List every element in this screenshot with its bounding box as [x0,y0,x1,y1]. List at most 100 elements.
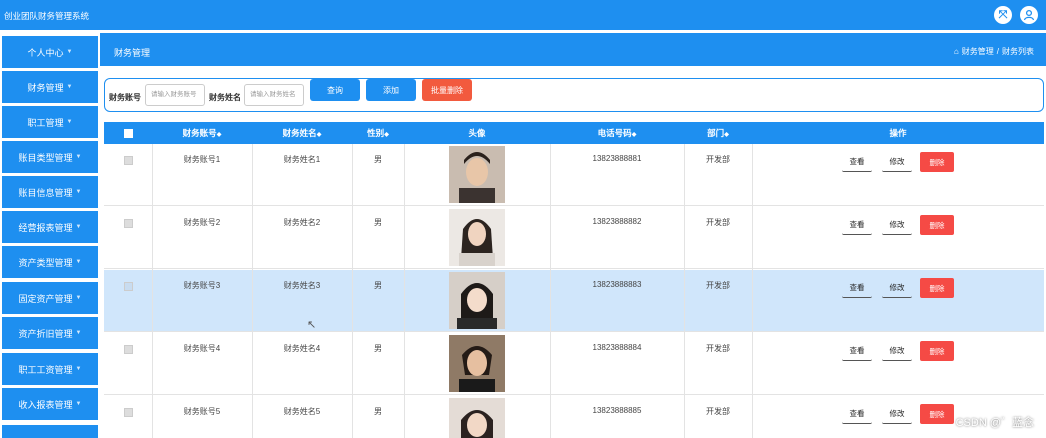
sidebar-item-business-report[interactable]: 经营报表管理 ▼ [2,211,98,243]
table-row: 财务账号1 财务姓名1 男 13823888881 开发部 查看 修改 删除 [104,144,1044,206]
top-bar: 创业团队财务管理系统 ⤧ [0,0,1046,30]
batch-delete-button[interactable]: 批量删除 [422,79,472,101]
row-checkbox[interactable] [124,219,133,228]
breadcrumb: ⌂ 财务管理 / 财务列表 [954,46,1034,57]
view-button[interactable]: 查看 [842,341,872,361]
chevron-down-icon: ▼ [75,330,82,336]
delete-button[interactable]: 删除 [920,152,954,172]
edit-button[interactable]: 修改 [882,404,912,424]
account-label: 财务账号 [109,93,141,102]
avatar [449,398,505,438]
view-button[interactable]: 查看 [842,278,872,298]
sidebar-item-label: 职工工资管理 [18,364,73,375]
row-checkbox[interactable] [124,345,133,354]
table-row: 财务账号3 财务姓名3 男 13823888883 开发部 查看 修改 删除 [104,270,1044,332]
sidebar-item-label: 收入报表管理 [18,399,73,410]
chevron-down-icon: ▼ [75,366,82,372]
column-header-name[interactable]: 财务姓名◆ [252,122,352,144]
home-icon[interactable]: ⌂ [954,47,959,56]
sidebar-item-account-info[interactable]: 账目信息管理 ▼ [2,176,98,208]
cell-account: 财务账号4 [183,344,221,353]
delete-button[interactable]: 删除 [920,404,954,424]
column-header-avatar: 头像 [468,128,486,138]
view-button[interactable]: 查看 [842,215,872,235]
table-header: 财务账号◆ 财务姓名◆ 性别◆ 头像 电话号码◆ 部门◆ 操作 [104,122,1044,144]
sidebar-item-personal-center[interactable]: 个人中心 ▼ [2,36,98,68]
view-button[interactable]: 查看 [842,152,872,172]
column-divider [252,144,253,438]
breadcrumb-item[interactable]: 财务管理 [962,46,994,57]
select-all-checkbox[interactable] [124,129,133,138]
column-header-phone[interactable]: 电话号码◆ [550,122,684,144]
edit-button[interactable]: 修改 [882,215,912,235]
sidebar-item-finance[interactable]: 财务管理 ▼ [2,71,98,103]
view-button[interactable]: 查看 [842,404,872,424]
sidebar: 个人中心 ▼ 财务管理 ▼ 职工管理 ▼ 账目类型管理 ▼ 账目信息管理 ▼ 经营报表管理… [0,33,98,438]
edit-button[interactable]: 修改 [882,341,912,361]
page-header: 财务管理 ⌂ 财务管理 / 财务列表 [100,33,1046,66]
column-header-account[interactable]: 财务账号◆ [152,122,252,144]
column-header-gender[interactable]: 性别◆ [352,122,404,144]
column-divider [152,144,153,438]
cell-phone: 13823888885 [592,406,642,415]
cell-account: 财务账号5 [183,407,221,416]
cell-dept: 开发部 [706,281,730,290]
row-checkbox[interactable] [124,282,133,291]
delete-button[interactable]: 删除 [920,278,954,298]
sidebar-item-label: 资产折旧管理 [18,328,73,339]
row-checkbox[interactable] [124,156,133,165]
cell-name: 财务姓名3 [283,281,321,290]
cell-gender: 男 [374,218,382,227]
user-avatar-icon[interactable] [1020,6,1038,24]
account-search-input[interactable]: 请输入财务账号 [145,84,205,106]
edit-button[interactable]: 修改 [882,152,912,172]
avatar [449,146,505,203]
column-header-dept[interactable]: 部门◆ [684,122,752,144]
chevron-down-icon: ▼ [66,119,73,125]
avatar [449,209,505,266]
row-checkbox[interactable] [124,408,133,417]
sidebar-item-asset-type[interactable]: 资产类型管理 ▼ [2,246,98,278]
chevron-down-icon: ▼ [75,189,82,195]
cell-account: 财务账号2 [183,218,221,227]
sidebar-item-label: 账目信息管理 [18,187,73,198]
chevron-down-icon: ▼ [75,295,82,301]
sidebar-item-salary[interactable]: 职工工资管理 ▼ [2,353,98,385]
cell-phone: 13823888883 [592,280,642,289]
sidebar-item-asset-depreciation[interactable]: 资产折旧管理 ▼ [2,317,98,349]
cell-phone: 13823888884 [592,343,642,352]
fullscreen-icon[interactable]: ⤧ [994,6,1012,24]
delete-button[interactable]: 删除 [920,341,954,361]
column-divider [404,144,405,438]
cell-dept: 开发部 [706,407,730,416]
sidebar-item-label: 个人中心 [27,47,64,58]
table-row: 财务账号4 财务姓名4 男 13823888884 开发部 查看 修改 删除 [104,333,1044,395]
sidebar-item-income-report[interactable]: 收入报表管理 ▼ [2,388,98,420]
sidebar-item-label: 账目类型管理 [18,152,73,163]
cell-dept: 开发部 [706,155,730,164]
edit-button[interactable]: 修改 [882,278,912,298]
finance-table: 财务账号◆ 财务姓名◆ 性别◆ 头像 电话号码◆ 部门◆ 操作 财务账号1 财务… [104,122,1044,438]
add-button[interactable]: 添加 [366,79,416,101]
cell-phone: 13823888882 [592,217,642,226]
app-title: 创业团队财务管理系统 [4,11,90,21]
delete-button[interactable]: 删除 [920,215,954,235]
sidebar-item-more[interactable] [2,425,98,438]
search-panel: 财务账号 请输入财务账号 财务姓名 请输入财务姓名 查询 添加 批量删除 [104,78,1044,112]
cell-gender: 男 [374,155,382,164]
sidebar-item-label: 经营报表管理 [18,222,73,233]
watermark: CSDN @゛蓝念 [955,417,1034,429]
cell-name: 财务姓名1 [283,155,321,164]
cell-gender: 男 [374,281,382,290]
sidebar-item-fixed-asset[interactable]: 固定资产管理 ▼ [2,282,98,314]
sidebar-item-staff[interactable]: 职工管理 ▼ [2,106,98,138]
column-divider [550,144,551,438]
breadcrumb-item: 财务列表 [1002,47,1034,56]
query-button[interactable]: 查询 [310,79,360,101]
sidebar-item-label: 资产类型管理 [18,257,73,268]
cell-dept: 开发部 [706,344,730,353]
avatar [449,272,505,329]
name-search-input[interactable]: 请输入财务姓名 [244,84,304,106]
chevron-down-icon: ▼ [75,259,82,265]
sidebar-item-account-type[interactable]: 账目类型管理 ▼ [2,141,98,173]
